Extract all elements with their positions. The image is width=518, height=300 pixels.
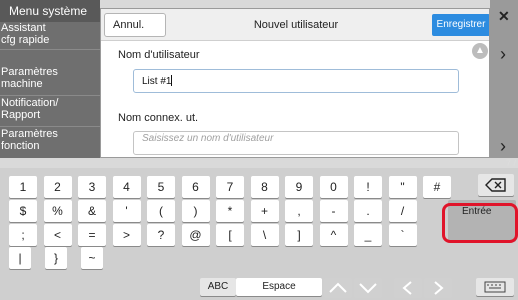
sidebar-item-machine-settings[interactable]: Paramètres machine — [0, 66, 100, 96]
highlight-circle — [442, 203, 518, 243]
sidebar-item-label: Paramètres — [1, 128, 58, 140]
keyboard-icon — [484, 281, 506, 293]
key-row1-7[interactable]: 8 — [250, 176, 279, 198]
username-label: Nom d'utilisateur — [118, 49, 200, 61]
key-row1-5[interactable]: 6 — [181, 176, 210, 198]
arrow-right-button[interactable] — [424, 278, 452, 298]
sidebar-item-function-settings[interactable]: Paramètres fonction — [0, 128, 100, 158]
key-row3-10[interactable]: _ — [354, 224, 382, 246]
username-input[interactable]: List #1 — [133, 69, 459, 93]
key-row1-8[interactable]: 9 — [285, 176, 313, 198]
key-row1-6[interactable]: 7 — [216, 176, 244, 198]
key-row2-7[interactable]: + — [250, 200, 279, 222]
key-row2-3[interactable]: ' — [112, 200, 141, 222]
arrow-up-button[interactable] — [324, 278, 352, 298]
sidebar-item-label: Rapport — [1, 109, 41, 121]
key-row3-11[interactable]: ` — [388, 224, 417, 246]
key-row4-1[interactable]: } — [45, 247, 67, 269]
key-row2-5[interactable]: ) — [181, 200, 210, 222]
chevron-right-icon[interactable]: › — [500, 44, 506, 65]
key-row2-2[interactable]: & — [78, 200, 106, 222]
key-row3-4[interactable]: ? — [147, 224, 175, 246]
login-name-input[interactable]: Saisissez un nom d'utilisateur — [133, 131, 459, 155]
key-row1-4[interactable]: 5 — [147, 176, 175, 198]
sidebar-item-notification-report[interactable]: Notification/ Rapport — [0, 97, 100, 127]
key-row1-11[interactable]: " — [388, 176, 417, 198]
text-cursor — [171, 75, 173, 86]
system-menu-sidebar: Menu système Assistant cfg rapide Paramè… — [0, 0, 100, 158]
key-row1-9[interactable]: 0 — [319, 176, 348, 198]
key-row2-4[interactable]: ( — [147, 200, 175, 222]
chevron-right-icon — [434, 281, 444, 295]
sidebar-item-quick-setup[interactable]: Assistant cfg rapide — [0, 22, 100, 50]
scroll-up-icon[interactable]: ▲ — [472, 43, 488, 59]
sidebar-item-label: Assistant — [1, 22, 46, 34]
backspace-icon — [485, 178, 506, 192]
key-row3-7[interactable]: \ — [250, 224, 279, 246]
space-key[interactable]: Espace — [236, 278, 322, 296]
right-panel-strip: ✕ › › 7 / — [490, 0, 518, 168]
key-row2-0[interactable]: $ — [9, 200, 37, 222]
key-row3-8[interactable]: ] — [285, 224, 313, 246]
key-row2-9[interactable]: - — [319, 200, 348, 222]
key-row2-8[interactable]: , — [285, 200, 313, 222]
key-row1-10[interactable]: ! — [354, 176, 382, 198]
cancel-button[interactable]: Annul. — [104, 13, 166, 37]
page-count: 7 / — [505, 158, 516, 168]
save-button[interactable]: Enregistrer — [432, 14, 489, 36]
sidebar-item-label: Notification/ — [1, 97, 59, 109]
close-icon[interactable]: ✕ — [498, 8, 510, 25]
key-row3-9[interactable]: ^ — [319, 224, 348, 246]
key-row2-11[interactable]: / — [388, 200, 417, 222]
login-name-placeholder: Saisissez un nom d'utilisateur — [142, 133, 274, 144]
chevron-left-icon — [402, 281, 412, 295]
sidebar-item-label: fonction — [1, 140, 40, 152]
key-row1-2[interactable]: 3 — [78, 176, 106, 198]
abc-key[interactable]: ABC — [200, 278, 236, 296]
username-value: List #1 — [142, 76, 172, 87]
key-row4-2[interactable]: ~ — [81, 247, 103, 269]
key-row3-0[interactable]: ; — [9, 224, 37, 246]
chevron-right-icon[interactable]: › — [500, 136, 506, 157]
key-row4-0[interactable]: | — [9, 247, 31, 269]
login-name-label: Nom connex. ut. — [118, 112, 199, 124]
key-row1-0[interactable]: 1 — [9, 176, 37, 198]
backspace-key[interactable] — [478, 174, 514, 196]
dialog-title: Nouvel utilisateur — [253, 19, 339, 31]
chevron-down-icon — [359, 283, 377, 294]
key-row3-2[interactable]: = — [78, 224, 106, 246]
key-row2-10[interactable]: . — [354, 200, 382, 222]
key-row1-3[interactable]: 4 — [112, 176, 141, 198]
sidebar-item-label: cfg rapide — [1, 34, 50, 46]
key-row1-12[interactable]: # — [423, 176, 451, 198]
sidebar-item-label: Paramètres — [1, 66, 58, 78]
arrow-down-button[interactable] — [354, 278, 382, 298]
key-row2-1[interactable]: % — [43, 200, 72, 222]
chevron-up-icon — [329, 282, 347, 293]
sidebar-title: Menu système — [0, 0, 100, 22]
key-row2-6[interactable]: * — [216, 200, 244, 222]
onscreen-keyboard: 1 2 3 4 5 6 7 8 9 0! " # $% & ' () * +, -. /; < = >? @ [ \] ^ _ ` |} ~… — [0, 168, 518, 300]
new-user-dialog: Annul. Nouvel utilisateur Enregistrer ▲ … — [100, 8, 490, 158]
key-row3-3[interactable]: > — [112, 224, 141, 246]
keyboard-toggle-button[interactable] — [476, 278, 514, 296]
key-row3-1[interactable]: < — [43, 224, 72, 246]
key-row3-6[interactable]: [ — [216, 224, 244, 246]
key-row3-5[interactable]: @ — [181, 224, 210, 246]
key-row1-1[interactable]: 2 — [43, 176, 72, 198]
sidebar-item-label: machine — [1, 78, 43, 90]
dialog-header: Annul. Nouvel utilisateur Enregistrer — [101, 9, 489, 41]
arrow-left-button[interactable] — [394, 278, 422, 298]
